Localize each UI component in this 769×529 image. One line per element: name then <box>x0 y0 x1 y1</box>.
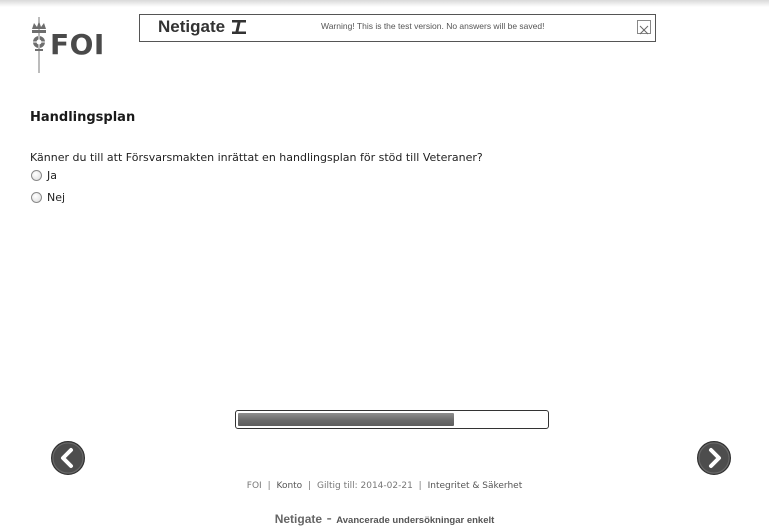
netigate-footer: Netigate - Avancerade undersökningar enk… <box>0 510 769 528</box>
netigate-tagline: Avancerade undersökningar enkelt <box>336 515 495 526</box>
footer-separator: | <box>308 481 312 491</box>
foi-logo: FOI <box>29 15 119 77</box>
footer-company: FOI <box>246 481 262 491</box>
next-button[interactable] <box>696 440 732 476</box>
option-label: Ja <box>47 168 57 182</box>
chevron-left-icon <box>51 441 85 475</box>
previous-button[interactable] <box>50 440 86 476</box>
question-text: Känner du till att Försvarsmakten inrätt… <box>30 151 483 164</box>
section-title: Handlingsplan <box>30 110 136 125</box>
netigate-footer-name: Netigate <box>274 512 323 526</box>
warning-message: Warning! This is the test version. No an… <box>321 21 545 31</box>
netigate-mark-icon <box>232 20 246 34</box>
test-warning-banner: Netigate Warning! This is the test versi… <box>139 14 656 42</box>
top-shadow <box>0 0 769 7</box>
progress-bar <box>235 410 549 429</box>
logo-text: FOI <box>50 28 105 61</box>
close-icon <box>639 25 649 35</box>
footer-separator: | <box>267 481 271 491</box>
crown-sword-emblem-icon <box>32 17 46 73</box>
radio-nej[interactable] <box>31 191 42 203</box>
chevron-right-icon <box>697 441 731 475</box>
banner-brand: Netigate <box>158 17 226 36</box>
privacy-security-link[interactable]: Integritet & Säkerhet <box>428 481 523 491</box>
option-label: Nej <box>47 190 66 204</box>
option-nej[interactable]: Nej <box>31 190 65 204</box>
progress-fill <box>238 413 454 426</box>
radio-ja[interactable] <box>31 169 42 181</box>
footer-separator: | <box>418 481 422 491</box>
netigate-footer-separator: - <box>326 510 332 527</box>
account-link[interactable]: Konto <box>276 481 302 491</box>
close-banner-button[interactable] <box>637 20 651 35</box>
option-ja[interactable]: Ja <box>31 168 57 182</box>
footer: FOI | Konto | Giltig till: 2014-02-21 | … <box>0 481 769 491</box>
valid-until-text: Giltig till: 2014-02-21 <box>316 481 413 491</box>
